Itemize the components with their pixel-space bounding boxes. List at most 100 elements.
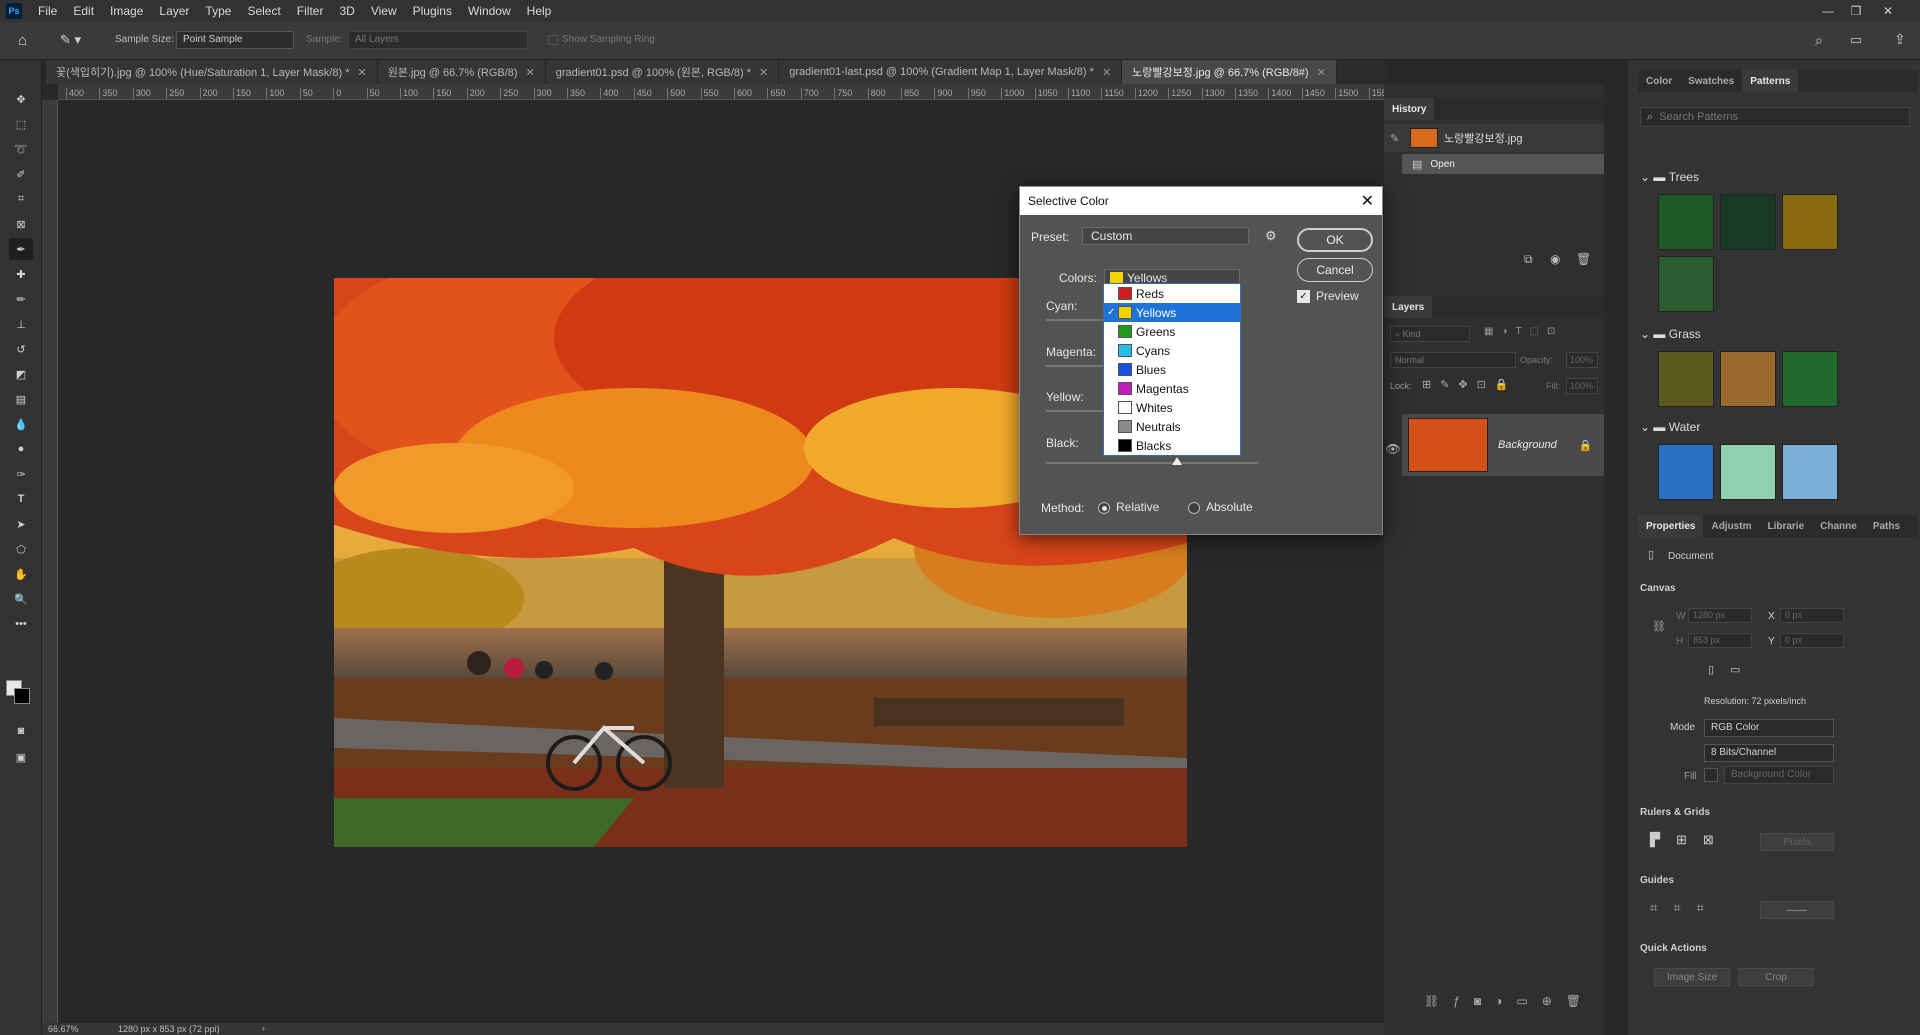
layer-filter-kind[interactable]: ⌕ Kind — [1390, 326, 1470, 342]
move-tool-icon[interactable]: ✥ — [9, 88, 33, 110]
crop-button[interactable]: Crop — [1738, 968, 1814, 986]
pattern-group-trees[interactable]: ⌄ ▬ Trees — [1640, 170, 1699, 184]
close-tab-icon[interactable]: ✕ — [1102, 66, 1111, 79]
color-option-yellows[interactable]: ✓ Yellows — [1104, 303, 1240, 322]
eraser-tool-icon[interactable]: ◩ — [9, 363, 33, 385]
pattern-swatch[interactable] — [1720, 194, 1776, 250]
home-icon[interactable]: ⌂ — [18, 32, 38, 50]
workspace-icon[interactable]: ▭ — [1850, 32, 1862, 48]
history-step[interactable]: ▤ Open — [1402, 154, 1604, 174]
mode-select[interactable]: RGB Color — [1704, 719, 1834, 737]
tab-layers[interactable]: Layers — [1384, 296, 1433, 318]
new-document-from-state-icon[interactable]: ⧉ — [1524, 252, 1533, 267]
pattern-swatch[interactable] — [1658, 444, 1714, 500]
visibility-eye-icon[interactable]: 👁 — [1384, 442, 1402, 456]
menu-filter[interactable]: Filter — [289, 4, 332, 18]
tab-libraries[interactable]: Librarie — [1759, 521, 1812, 532]
canvas-section-title[interactable]: Canvas — [1640, 583, 1676, 594]
close-icon[interactable]: ✕ — [1361, 191, 1374, 211]
restore-icon[interactable]: ❐ — [1842, 0, 1870, 22]
guide-style-select[interactable]: —— — [1760, 901, 1834, 919]
image-size-button[interactable]: Image Size — [1654, 968, 1730, 986]
brush-tool-icon[interactable]: ✏ — [9, 288, 33, 310]
fill-select[interactable]: Background Color — [1724, 766, 1834, 784]
hand-tool-icon[interactable]: ✋ — [9, 563, 33, 585]
pattern-swatch[interactable] — [1658, 194, 1714, 250]
gradient-tool-icon[interactable]: ▤ — [9, 388, 33, 410]
tab-adjustments[interactable]: Adjustm — [1703, 521, 1759, 532]
sample-select[interactable]: All Layers — [348, 31, 528, 49]
close-tab-icon[interactable]: ✕ — [358, 66, 367, 79]
history-brush-tool-icon[interactable]: ↺ — [9, 338, 33, 360]
eyedropper-tool-icon[interactable]: ✒ — [9, 238, 33, 260]
pattern-swatch[interactable] — [1782, 194, 1838, 250]
bit-depth-select[interactable]: 8 Bits/Channel — [1704, 744, 1834, 762]
black-slider[interactable] — [1046, 462, 1258, 464]
preset-select[interactable]: Custom — [1082, 227, 1249, 245]
layer-row[interactable]: Background 🔒 — [1402, 414, 1604, 476]
link-icon[interactable]: ⛓ — [1652, 620, 1666, 633]
lasso-tool-icon[interactable]: ➰ — [9, 138, 33, 160]
color-option-neutrals[interactable]: Neutrals — [1104, 417, 1240, 436]
landscape-icon[interactable]: ▭ — [1730, 663, 1740, 676]
menu-file[interactable]: File — [30, 4, 65, 18]
black-slider-thumb[interactable] — [1172, 457, 1182, 465]
pattern-swatch[interactable] — [1658, 351, 1714, 407]
yellow-slider[interactable] — [1046, 410, 1106, 412]
shape-tool-icon[interactable]: ⬠ — [9, 538, 33, 560]
menu-layer[interactable]: Layer — [151, 4, 197, 18]
chevron-right-icon[interactable]: › — [262, 1023, 265, 1033]
pattern-swatch[interactable] — [1720, 444, 1776, 500]
tab-patterns[interactable]: Patterns — [1742, 70, 1799, 92]
blend-mode-select[interactable]: Normal — [1390, 352, 1516, 368]
pattern-group-grass[interactable]: ⌄ ▬ Grass — [1640, 327, 1701, 341]
layer-filter-icons[interactable]: ▦◑T⬚⊡ — [1484, 326, 1563, 337]
menu-type[interactable]: Type — [197, 4, 239, 18]
crop-tool-icon[interactable]: ⌗ — [9, 188, 33, 210]
color-option-reds[interactable]: Reds — [1104, 284, 1240, 303]
path-select-tool-icon[interactable]: ➤ — [9, 513, 33, 535]
menu-help[interactable]: Help — [519, 4, 560, 18]
more-tools-icon[interactable]: ••• — [9, 613, 33, 635]
pen-tool-icon[interactable]: ✑ — [9, 463, 33, 485]
units-select[interactable]: Pixels — [1760, 833, 1834, 851]
quick-mask-icon[interactable]: ◙ — [9, 720, 33, 742]
tab-properties[interactable]: Properties — [1638, 515, 1704, 537]
zoom-level[interactable]: 66.67% — [48, 1024, 79, 1034]
lock-icons[interactable]: ⊞✎✥⊡🔒 — [1422, 378, 1518, 391]
eyedropper-preset-icon[interactable]: ✎ ▾ — [60, 32, 90, 50]
show-ring-checkbox[interactable] — [548, 35, 558, 45]
background-color-swatch[interactable] — [14, 688, 30, 704]
cancel-button[interactable]: Cancel — [1297, 258, 1373, 282]
search-patterns-input[interactable] — [1659, 111, 1890, 123]
trash-icon[interactable]: 🗑 — [1576, 252, 1591, 266]
clone-stamp-tool-icon[interactable]: ⊥ — [9, 313, 33, 335]
type-tool-icon[interactable]: T — [9, 488, 33, 510]
doc-tab[interactable]: gradient01.psd @ 100% (원본, RGB/8) * ✕ — [545, 60, 780, 84]
pattern-swatch[interactable] — [1658, 256, 1714, 312]
menu-image[interactable]: Image — [102, 4, 151, 18]
ruler-grid-toggles[interactable]: ▛⊞⊠ — [1650, 832, 1730, 848]
color-option-blacks[interactable]: Blacks — [1104, 436, 1240, 455]
doc-tab-active[interactable]: 노랑빨강보정.jpg @ 66.7% (RGB/8#) ✕ — [1122, 60, 1337, 84]
rulers-grids-title[interactable]: Rulers & Grids — [1640, 807, 1710, 818]
color-option-greens[interactable]: Greens — [1104, 322, 1240, 341]
menu-3d[interactable]: 3D — [331, 4, 362, 18]
quick-actions-title[interactable]: Quick Actions — [1640, 943, 1707, 954]
camera-icon[interactable]: ◉ — [1550, 252, 1560, 266]
magenta-slider[interactable] — [1046, 365, 1106, 367]
quick-select-tool-icon[interactable]: ✐ — [9, 163, 33, 185]
dialog-titlebar[interactable]: Selective Color — [1020, 187, 1382, 215]
history-snapshot[interactable]: ✎ 노랑빨강보정.jpg — [1384, 124, 1604, 152]
x-input[interactable]: 0 px — [1780, 608, 1844, 623]
history-brush-source-icon[interactable]: ✎ — [1390, 132, 1404, 145]
ok-button[interactable]: OK — [1297, 228, 1373, 252]
doc-tab[interactable]: 원본.jpg @ 66.7% (RGB/8) ✕ — [377, 60, 546, 84]
blur-tool-icon[interactable]: 💧 — [9, 413, 33, 435]
height-input[interactable]: 853 px — [1688, 633, 1752, 648]
screen-mode-icon[interactable]: ▣ — [9, 746, 33, 768]
fill-color-swatch[interactable] — [1704, 768, 1718, 782]
pattern-swatch[interactable] — [1782, 351, 1838, 407]
healing-brush-tool-icon[interactable]: ✚ — [9, 263, 33, 285]
tab-channels[interactable]: Channe — [1812, 521, 1865, 532]
